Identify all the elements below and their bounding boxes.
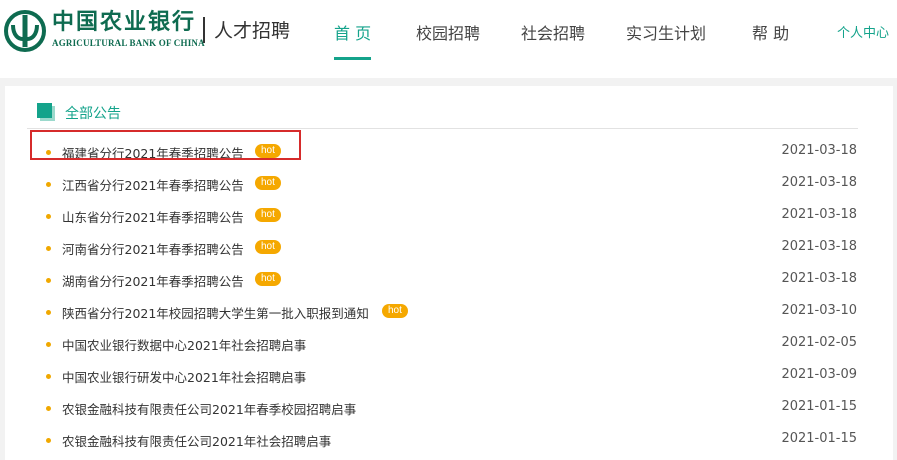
announcement-title[interactable]: 陕西省分行2021年校园招聘大学生第一批入职报到通知 hot: [62, 303, 408, 322]
site-subtitle: 人才招聘: [214, 20, 291, 42]
nav-intern-program[interactable]: 实习生计划: [626, 20, 706, 44]
announcement-date: 2021-03-18: [781, 175, 857, 190]
list-item[interactable]: 中国农业银行研发中心2021年社会招聘启事 2021-03-09: [5, 360, 893, 392]
bullet-dot-icon: [46, 342, 51, 347]
nav-home[interactable]: 首 页: [334, 20, 371, 44]
abc-bank-logo-icon[interactable]: [4, 10, 46, 52]
announcement-title[interactable]: 河南省分行2021年春季招聘公告 hot: [62, 239, 281, 258]
list-item[interactable]: 江西省分行2021年春季招聘公告 hot 2021-03-18: [5, 168, 893, 200]
announcement-title[interactable]: 山东省分行2021年春季招聘公告 hot: [62, 207, 281, 226]
hot-badge: hot: [255, 176, 281, 190]
hot-badge: hot: [382, 304, 408, 318]
list-item[interactable]: 河南省分行2021年春季招聘公告 hot 2021-03-18: [5, 232, 893, 264]
personal-center-link[interactable]: 个人中心: [837, 22, 889, 41]
announcement-date: 2021-03-18: [781, 239, 857, 254]
announcement-title[interactable]: 江西省分行2021年春季招聘公告 hot: [62, 175, 281, 194]
list-item[interactable]: 福建省分行2021年春季招聘公告 hot 2021-03-18: [5, 136, 893, 168]
bullet-dot-icon: [46, 246, 51, 251]
list-item[interactable]: 农银金融科技有限责任公司2021年社会招聘启事 2021-01-15: [5, 424, 893, 456]
square-icon: [37, 103, 52, 118]
list-item[interactable]: 农银金融科技有限责任公司2021年春季校园招聘启事 2021-01-15: [5, 392, 893, 424]
list-item[interactable]: 中国农业银行数据中心2021年社会招聘启事 2021-02-05: [5, 328, 893, 360]
bullet-dot-icon: [46, 278, 51, 283]
hot-badge: hot: [255, 240, 281, 254]
announcement-title[interactable]: 中国农业银行数据中心2021年社会招聘启事: [62, 335, 306, 354]
hot-badge: hot: [255, 208, 281, 222]
nav-social-recruitment[interactable]: 社会招聘: [521, 20, 585, 44]
announcement-date: 2021-03-18: [781, 207, 857, 222]
bullet-dot-icon: [46, 182, 51, 187]
section-divider: [27, 128, 858, 129]
bullet-dot-icon: [46, 310, 51, 315]
brand-block[interactable]: 中国农业银行 AGRICULTURAL BANK OF CHINA: [52, 9, 205, 49]
bullet-dot-icon: [46, 150, 51, 155]
list-item[interactable]: 陕西省分行2021年校园招聘大学生第一批入职报到通知 hot 2021-03-1…: [5, 296, 893, 328]
announcement-date: 2021-03-18: [781, 271, 857, 286]
announcement-date: 2021-03-09: [781, 367, 857, 382]
brand-name-en: AGRICULTURAL BANK OF CHINA: [52, 38, 205, 48]
nav-active-indicator: [334, 57, 371, 60]
nav-help[interactable]: 帮 助: [752, 20, 789, 44]
announcement-date: 2021-03-10: [781, 303, 857, 318]
announcement-title[interactable]: 福建省分行2021年春季招聘公告 hot: [62, 143, 281, 162]
announcement-title[interactable]: 湖南省分行2021年春季招聘公告 hot: [62, 271, 281, 290]
brand-name-cn: 中国农业银行: [52, 9, 197, 35]
bullet-dot-icon: [46, 374, 51, 379]
announcement-panel: 全部公告 福建省分行2021年春季招聘公告 hot 2021-03-18 江西省…: [5, 86, 893, 460]
bullet-dot-icon: [46, 406, 51, 411]
bullet-dot-icon: [46, 214, 51, 219]
announcement-title[interactable]: 农银金融科技有限责任公司2021年春季校园招聘启事: [62, 399, 356, 418]
announcement-title[interactable]: 农银金融科技有限责任公司2021年社会招聘启事: [62, 431, 331, 450]
list-item[interactable]: 湖南省分行2021年春季招聘公告 hot 2021-03-18: [5, 264, 893, 296]
site-header: 中国农业银行 AGRICULTURAL BANK OF CHINA 人才招聘 首…: [0, 0, 897, 78]
announcement-date: 2021-03-18: [781, 143, 857, 158]
brand-divider: [203, 17, 205, 43]
list-item[interactable]: 山东省分行2021年春季招聘公告 hot 2021-03-18: [5, 200, 893, 232]
announcement-date: 2021-01-15: [781, 399, 857, 414]
hot-badge: hot: [255, 272, 281, 286]
section-title: 全部公告: [65, 106, 121, 122]
announcement-title[interactable]: 中国农业银行研发中心2021年社会招聘启事: [62, 367, 306, 386]
hot-badge: hot: [255, 144, 281, 158]
announcement-date: 2021-02-05: [781, 335, 857, 350]
nav-campus-recruitment[interactable]: 校园招聘: [416, 20, 480, 44]
bullet-dot-icon: [46, 438, 51, 443]
announcement-date: 2021-01-15: [781, 431, 857, 446]
